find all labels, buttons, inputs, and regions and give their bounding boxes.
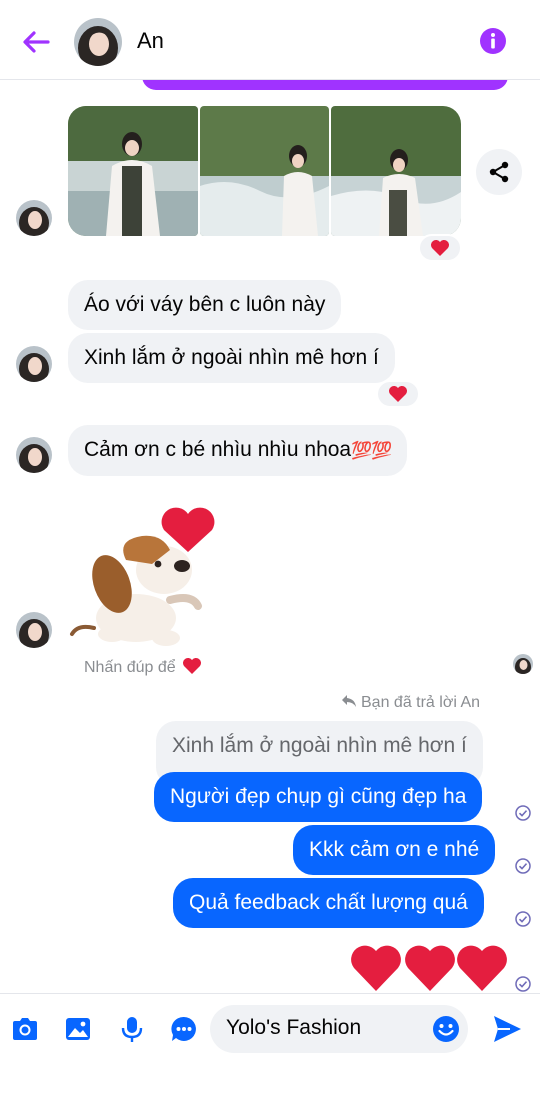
contact-avatar-small[interactable] xyxy=(16,200,52,236)
seen-avatar xyxy=(513,654,533,674)
check-icon xyxy=(515,911,531,927)
contact-avatar-small[interactable] xyxy=(16,612,52,648)
check-icon xyxy=(515,976,531,992)
incoming-message[interactable]: Cảm ơn c bé nhìu nhìu nhoa💯💯 xyxy=(68,425,408,476)
double-tap-hint: Nhấn đúp để xyxy=(84,657,202,677)
photo-attachment[interactable] xyxy=(200,106,329,236)
contact-avatar-small[interactable] xyxy=(16,346,52,382)
message-input-text[interactable]: Yolo's Fashion xyxy=(226,1016,361,1040)
incoming-message[interactable]: Áo với váy bên c luôn này xyxy=(68,280,342,330)
share-icon xyxy=(489,161,509,183)
microphone-icon[interactable] xyxy=(117,1014,147,1044)
heart-reaction[interactable] xyxy=(418,234,462,262)
double-tap-text: Nhấn đúp để xyxy=(84,659,176,676)
heart-icon xyxy=(389,386,407,402)
info-icon[interactable] xyxy=(479,27,507,55)
camera-icon[interactable] xyxy=(10,1014,40,1044)
reply-label: Bạn đã trả lời An xyxy=(341,694,480,712)
heart-reaction[interactable] xyxy=(376,380,420,408)
heart-icon[interactable] xyxy=(182,657,202,675)
photo-icon[interactable] xyxy=(63,1014,93,1044)
photo-attachment[interactable] xyxy=(68,106,198,236)
message-text: Cảm ơn c bé nhìu nhìu nhoa xyxy=(84,438,352,461)
contact-name[interactable]: An xyxy=(137,28,164,54)
heart-icon xyxy=(351,945,401,991)
incoming-message[interactable]: Xinh lắm ở ngoài nhìn mê hơn í xyxy=(68,333,395,383)
dog-sticker[interactable] xyxy=(66,500,222,650)
chat-header: An xyxy=(0,0,540,80)
back-arrow-icon[interactable] xyxy=(18,24,54,60)
heart-icon xyxy=(405,945,455,991)
send-icon[interactable] xyxy=(490,1012,524,1046)
messenger-apps-icon[interactable] xyxy=(169,1014,199,1044)
hearts-emoji-message[interactable] xyxy=(350,943,510,993)
photo-attachment[interactable] xyxy=(331,106,461,236)
reply-label-text: Bạn đã trả lời An xyxy=(361,694,481,711)
share-button[interactable] xyxy=(476,149,522,195)
outgoing-message[interactable]: Quả feedback chất lượng quá xyxy=(173,878,484,928)
hundred-points-emoji: 💯💯 xyxy=(351,441,392,460)
emoji-icon[interactable] xyxy=(431,1014,461,1044)
check-icon xyxy=(515,858,531,874)
reply-icon xyxy=(342,695,356,707)
heart-icon xyxy=(431,240,449,256)
heart-icon xyxy=(457,945,507,991)
contact-avatar[interactable] xyxy=(74,18,122,66)
check-icon xyxy=(515,805,531,821)
outgoing-message[interactable]: Người đẹp chụp gì cũng đẹp ha xyxy=(154,772,483,822)
contact-avatar-small[interactable] xyxy=(16,437,52,473)
outgoing-message[interactable]: Kkk cảm ơn e nhé xyxy=(293,825,496,875)
